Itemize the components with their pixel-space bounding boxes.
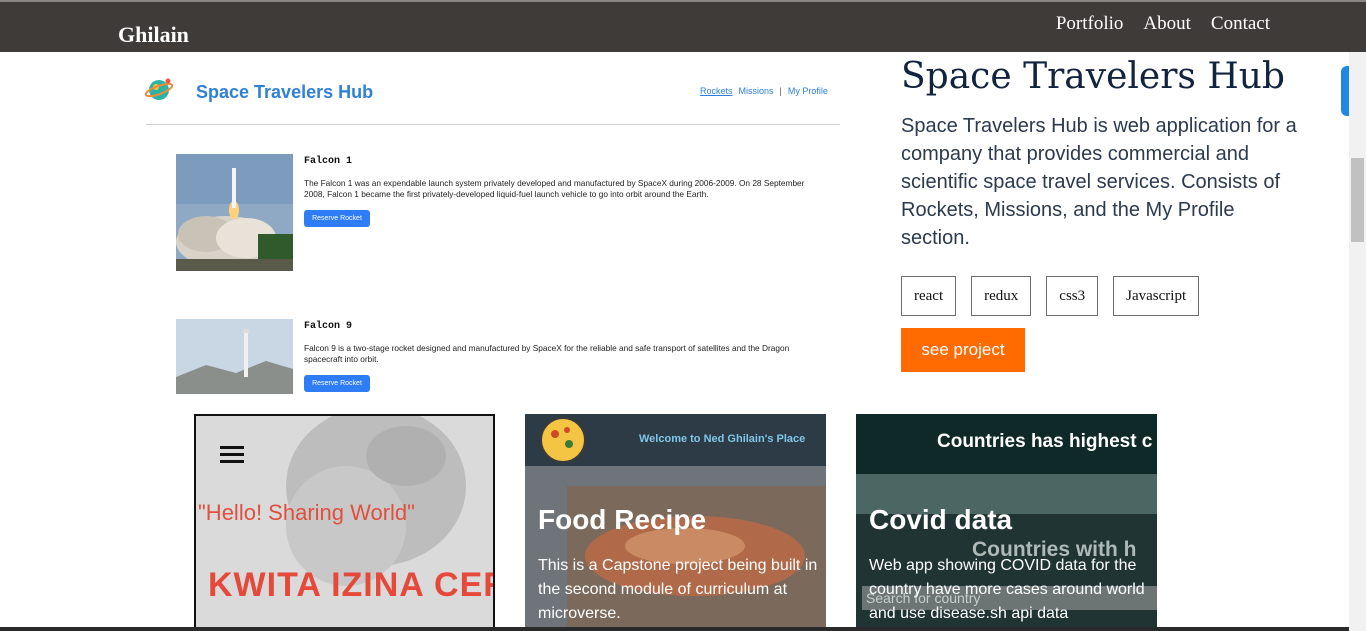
project-description: Space Travelers Hub is web application f… — [901, 115, 1297, 249]
vertical-scrollbar[interactable] — [1349, 52, 1366, 631]
project-card-covid-data[interactable]: Countries has highest c Countries with h… — [856, 414, 1157, 631]
card1-banner-text: KWITA IZINA CER — [208, 566, 495, 604]
brand-logo-text[interactable]: Ghilain — [118, 22, 189, 48]
see-project-button[interactable]: see project — [901, 328, 1025, 372]
card1-hello-text: "Hello! Sharing World" — [198, 500, 415, 525]
project-card-food-recipe[interactable]: Welcome to Ned Ghilain's Place Food Reci… — [525, 414, 826, 631]
screenshot-nav-separator: | — [779, 86, 782, 96]
falcon9-name: Falcon 9 — [304, 321, 353, 332]
screenshot-nav-profile: My Profile — [787, 86, 828, 96]
screenshot-nav-rockets: Rockets — [700, 86, 733, 96]
card3-text: Web app showing COVID data for the count… — [869, 557, 1145, 622]
falcon1-launch-image — [176, 154, 293, 271]
tech-tags: react redux css3 Javascript — [901, 276, 1200, 316]
tag-redux: redux — [971, 276, 1032, 316]
project-title: Space Travelers Hub — [901, 56, 1285, 97]
falcon9-description: Falcon 9 is a two-stage rocket designed … — [304, 343, 790, 364]
nav-links: Portfolio About Contact — [1056, 13, 1270, 35]
falcon9-image — [176, 319, 293, 394]
falcon1-description: The Falcon 1 was an expendable launch sy… — [304, 178, 805, 199]
screenshot-app-title: Space Travelers Hub — [196, 82, 374, 102]
project-screenshot: Space Travelers Hub Rockets Missions | M… — [134, 52, 854, 394]
screenshot-divider — [146, 124, 840, 125]
bottom-edge — [0, 627, 1349, 631]
card3-title: Covid data — [869, 504, 1013, 535]
card2-title: Food Recipe — [538, 504, 707, 535]
planet-logo-icon — [144, 78, 174, 100]
screenshot-nav-missions: Missions — [738, 86, 774, 96]
tag-javascript: Javascript — [1113, 276, 1200, 316]
tag-react: react — [901, 276, 957, 316]
nav-contact-link[interactable]: Contact — [1211, 13, 1270, 35]
hamburger-menu-icon — [220, 446, 244, 467]
screenshot-nav: Rockets Missions | My Profile — [700, 86, 828, 96]
card2-welcome-text: Welcome to Ned Ghilain's Place — [639, 433, 806, 445]
top-navbar: Ghilain Portfolio About Contact — [0, 0, 1366, 52]
nav-about-link[interactable]: About — [1143, 13, 1191, 35]
project-card-kwita-izina[interactable]: "Hello! Sharing World" KWITA IZINA CER — [194, 414, 495, 631]
scrollbar-thumb[interactable] — [1351, 158, 1364, 242]
paella-logo-icon — [540, 417, 586, 463]
tag-css3: css3 — [1046, 276, 1099, 316]
falcon1-name: Falcon 1 — [304, 156, 353, 167]
nav-portfolio-link[interactable]: Portfolio — [1056, 13, 1124, 35]
card2-text: This is a Capstone project being built i… — [538, 557, 818, 622]
falcon1-reserve-button: Reserve Rocket — [304, 210, 370, 227]
card3-header-text: Countries has highest c — [937, 431, 1153, 452]
falcon9-reserve-button: Reserve Rocket — [304, 375, 370, 392]
